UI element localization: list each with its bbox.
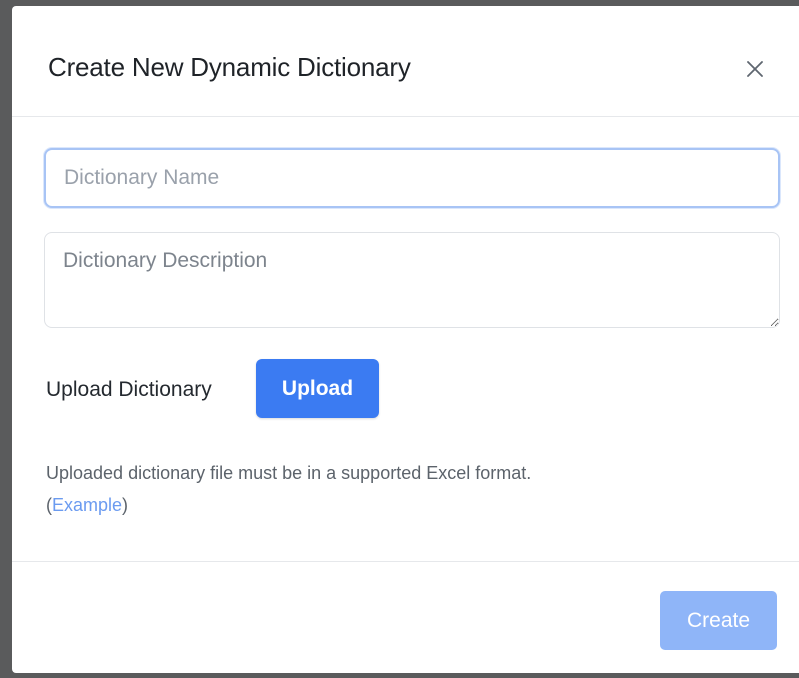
example-link[interactable]: Example (52, 495, 122, 515)
upload-helper-text: Uploaded dictionary file must be in a su… (46, 457, 746, 521)
create-button[interactable]: Create (660, 591, 777, 650)
close-button[interactable] (740, 54, 770, 84)
create-dictionary-dialog: Create New Dynamic Dictionary Upload Dic… (12, 6, 799, 673)
dialog-footer: Create (12, 561, 799, 673)
upload-dictionary-label: Upload Dictionary (46, 378, 212, 401)
close-icon (747, 61, 763, 77)
upload-button[interactable]: Upload (256, 359, 379, 418)
dialog-header: Create New Dynamic Dictionary (12, 6, 799, 117)
dictionary-name-input[interactable] (44, 148, 780, 208)
helper-text: Uploaded dictionary file must be in a su… (46, 463, 532, 483)
dialog-title: Create New Dynamic Dictionary (48, 52, 411, 82)
dictionary-description-input[interactable] (44, 232, 780, 328)
example-paren-close: ) (122, 495, 129, 515)
